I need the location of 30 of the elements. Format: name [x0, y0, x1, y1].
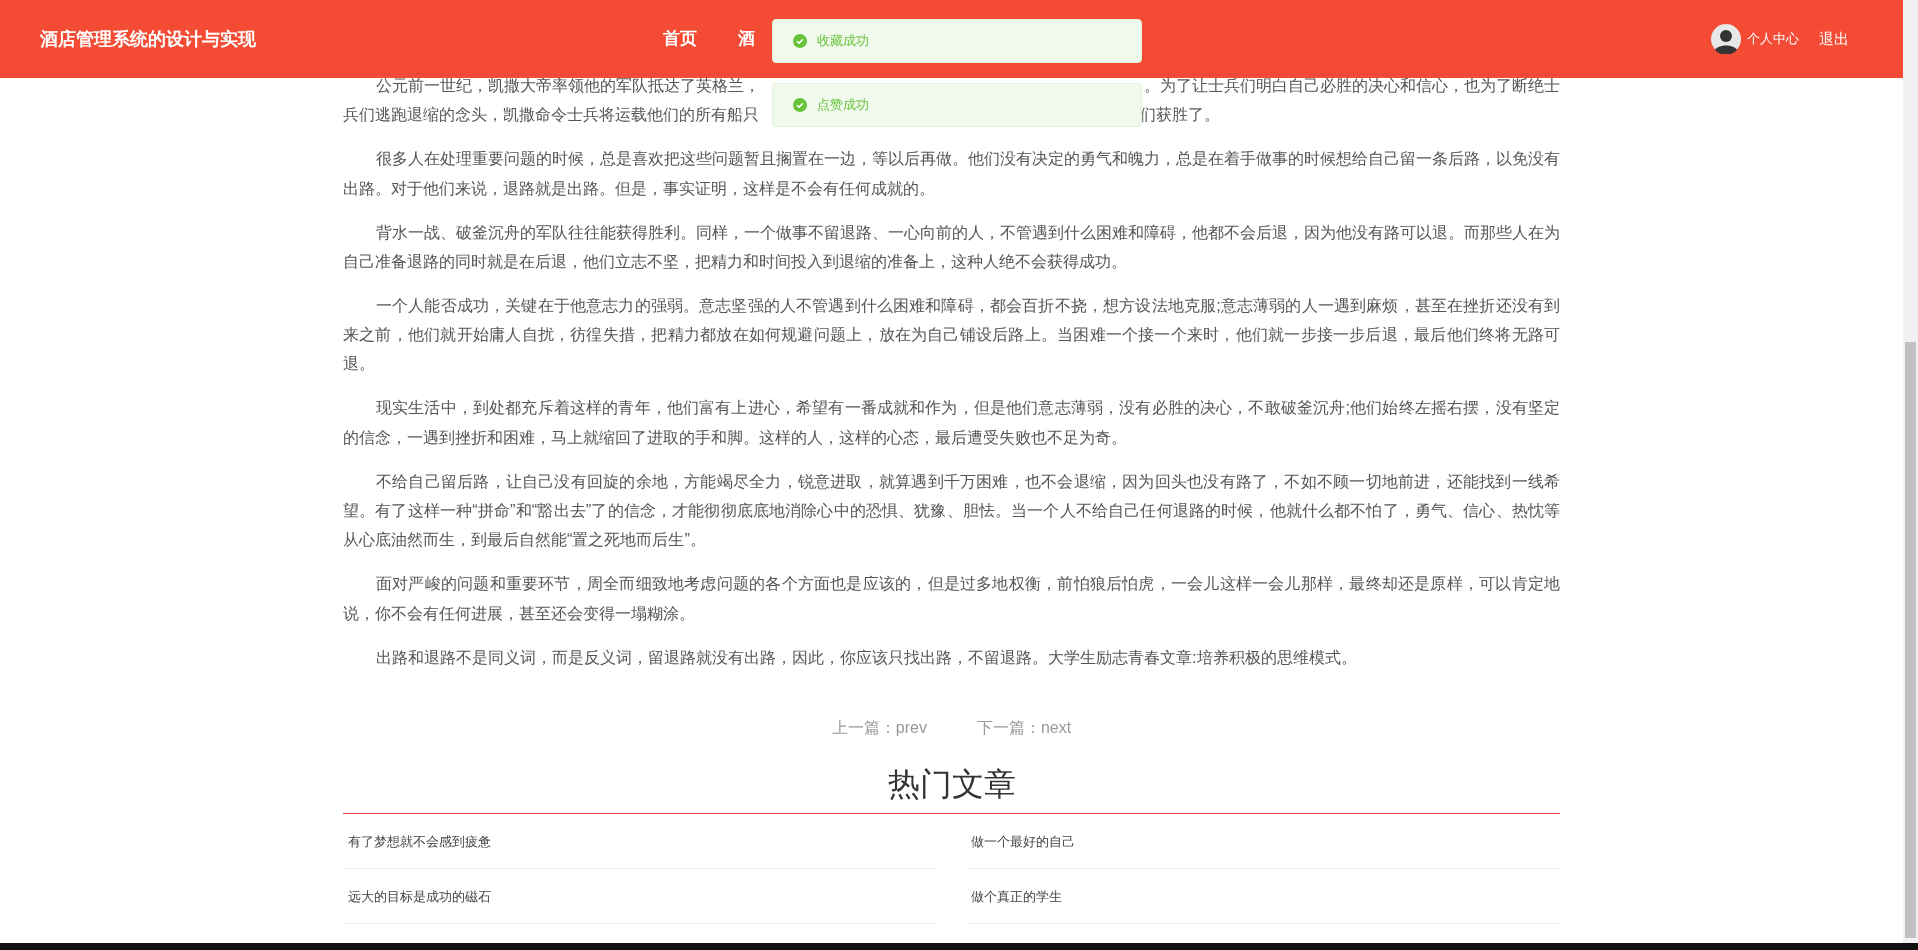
paragraph-text: 。为了让士兵们明白自己必胜的决心和信心，也为了断绝士	[1144, 75, 1560, 96]
check-circle-icon	[793, 34, 807, 48]
article-list-item[interactable]: 有了梦想就不会感到疲惫	[343, 814, 938, 870]
article-paragraph: 背水一战、破釜沉舟的军队往往能获得胜利。同样，一个做事不留退路、一心向前的人，不管遇到什么困难和障碍，他都不会后退，因为他没有路可以退。而那些人在为自己准备退路的同时就是在后退，他们立志不坚，把精力和时间投入到退缩的准备上，这种人绝不会获得成功。	[343, 221, 1560, 272]
article-paragraph: 面对严峻的问题和重要环节，周全而细致地考虑问题的各个方面也是应该的，但是过多地权衡，前怕狼后怕虎，一会儿这样一会儿那样，最终却还是原样，可以肯定地说，你不会有任何进展，甚至还会变得一塌糊涂。	[343, 573, 1560, 624]
paragraph-text: 们获胜了。	[1140, 104, 1220, 126]
paragraph-text: 兵们逃跑退缩的念头，凯撒命令士兵将运载他们的所有船只	[343, 105, 759, 124]
toast-message: 收藏成功	[817, 32, 869, 51]
toast-message: 点赞成功	[817, 96, 869, 115]
article-list-item[interactable]: 远大的目标是成功的磁石	[343, 869, 938, 925]
nav-link[interactable]: 首页	[663, 26, 697, 52]
check-circle-icon	[793, 98, 807, 112]
article-paragraph: 出路和退路不是同义词，而是反义词，留退路就没有出路，因此，你应该只找出路，不留退路。大学生励志青春文章:培养积极的思维模式。	[375, 646, 1358, 668]
next-article-link[interactable]: 下一篇：next	[976, 712, 1072, 743]
user-avatar[interactable]	[1711, 24, 1741, 54]
scroll-thumb[interactable]	[1905, 342, 1916, 938]
article-list-item[interactable]: 做个真正的学生	[965, 869, 1560, 925]
article-paragraph: 很多人在处理重要问题的时候，总是喜欢把这些问题暂且搁置在一边，等以后再做。他们没有决定的勇气和魄力，总是在着手做事的时候想给自己留一条后路，以免没有出路。对于他们来说，退路就是出路。但是，事实证明，这样是不会有任何成就的。	[343, 148, 1560, 199]
user-center-link[interactable]: 个人中心	[1747, 29, 1799, 49]
logout-link[interactable]: 退出	[1819, 27, 1849, 51]
article-paragraph: 不给自己留后路，让自己没有回旋的余地，方能竭尽全力，锐意进取，就算遇到千万困难，也不会退缩，因为回头也没有路了，不如不顾一切地前进，还能找到一线希望。有了这样一种“拼命”和“豁出去”了的信念，才能彻彻底底地消除心中的恐惧、犹豫、胆怯。当一个人不给自己任何退路的时候，他就什么都不怕了，勇气、信心、热忱等从心底油然而生，到最后自然能“置之死地而后生”。	[343, 470, 1560, 551]
nav-link[interactable]: 酒	[738, 26, 755, 52]
previous-article-link[interactable]: 上一篇：prev	[831, 712, 927, 743]
article-paragraph: 一个人能否成功，关键在于他意志力的强弱。意志坚强的人不管遇到什么困难和障碍，都会百折不挠，想方设法地克服;意志薄弱的人一遇到麻烦，甚至在挫折还没有到来之前，他们就开始庸人自扰，彷徨失措，把精力都放在如何规避问题上，放在为自己铺设后路上。当困难一个接一个来时，他们就一步接一步后退，最后他们终将无路可退。	[343, 294, 1560, 375]
site-title: 酒店管理系统的设计与实现	[40, 27, 256, 51]
section-heading: 热门文章	[886, 765, 1017, 805]
paragraph-text: 公元前一世纪，凯撒大帝率领他的军队抵达了英格兰，	[375, 75, 760, 96]
scrollbar[interactable]	[1903, 0, 1918, 943]
article-paragraph: 现实生活中，到处都充斥着这样的青年，他们富有上进心，希望有一番成就和作为，但是他们意志薄弱，没有必胜的决心，不敢破釜沉舟;他们始终左摇右摆，没有坚定的信念，一遇到挫折和困难，马上就缩回了进取的手和脚。这样的人，这样的心态，最后遭受失败也不足为奇。	[343, 397, 1560, 448]
article-list-item[interactable]: 做一个最好的自己	[965, 814, 1560, 870]
